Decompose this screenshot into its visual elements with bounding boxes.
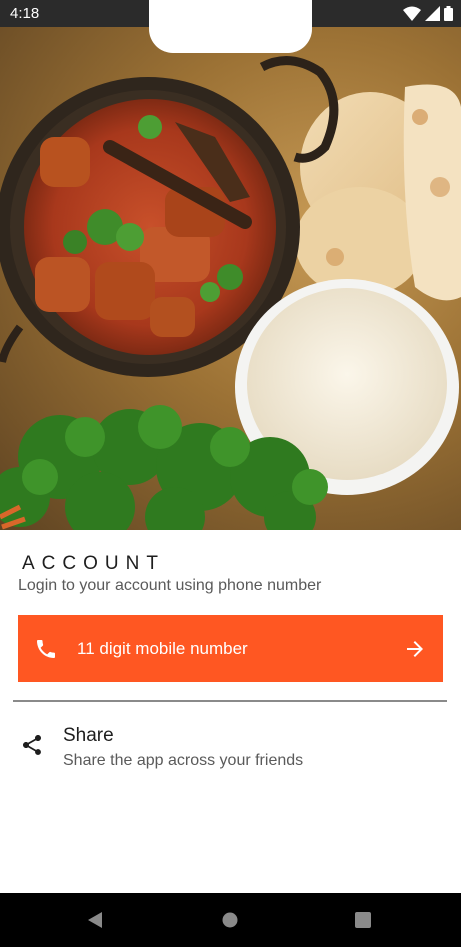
share-list-item[interactable]: Share Share the app across your friends [0, 718, 461, 782]
back-icon[interactable] [84, 908, 108, 932]
phone-login-button[interactable]: 11 digit mobile number [18, 615, 443, 682]
wifi-icon [403, 6, 421, 21]
account-heading: ACCOUNT [22, 553, 165, 574]
share-title: Share [63, 725, 114, 746]
display-notch [149, 0, 312, 53]
recents-icon[interactable] [351, 908, 375, 932]
share-subtitle: Share the app across your friends [63, 752, 304, 769]
section-divider [13, 700, 447, 702]
account-subtitle: Login to your account using phone number [18, 577, 322, 594]
arrow-right-icon [407, 641, 423, 657]
signal-icon [425, 6, 440, 21]
share-icon [23, 735, 41, 755]
hero-image [0, 27, 461, 530]
status-icons [403, 6, 453, 21]
home-icon[interactable] [218, 908, 242, 932]
navigation-bar [0, 893, 461, 947]
phone-login-label: 11 digit mobile number [77, 639, 248, 658]
battery-icon [444, 6, 453, 21]
phone-icon [37, 640, 55, 658]
status-time: 4:18 [10, 5, 40, 22]
food-illustration [0, 56, 461, 530]
